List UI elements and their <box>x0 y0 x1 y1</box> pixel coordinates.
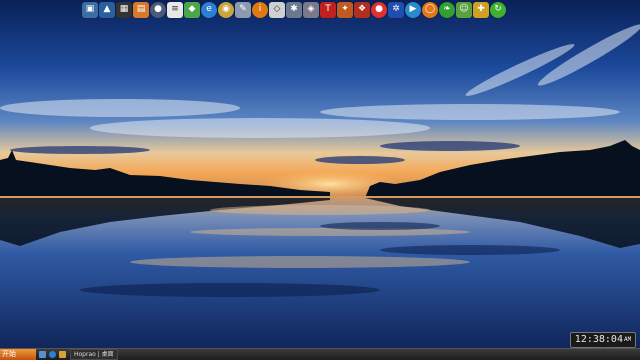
leaf-icon[interactable]: ❧ <box>439 1 455 18</box>
notepad-icon[interactable]: ≡ <box>167 1 183 18</box>
basketball-icon[interactable]: ◯ <box>422 1 438 18</box>
bluetooth-icon[interactable]: ✲ <box>388 1 404 18</box>
photo-viewer-icon[interactable]: ▲ <box>99 1 115 18</box>
disc-icon[interactable]: ◉ <box>218 1 234 18</box>
media-player-icon[interactable]: ▦ <box>116 1 132 18</box>
layers-icon[interactable]: ◈ <box>303 1 319 18</box>
tool-icon[interactable]: ✎ <box>235 1 251 18</box>
quicklaunch-desktop-icon[interactable] <box>39 351 46 358</box>
taskbar-window-item[interactable]: Hoprao | 桌面 <box>70 349 118 360</box>
top-dock: ▣ ▲ ▦ ▤ ● ≡ ◆ e ◉ ✎ i ◇ ✱ ◈ T ✦ ❖ ● ✲ ▶ ◯ ❧ ☺ ✚ ↻ <box>82 0 506 19</box>
fox-icon[interactable]: ❖ <box>354 1 370 18</box>
play-icon[interactable]: ▶ <box>405 1 421 18</box>
game-icon[interactable]: ✚ <box>473 1 489 18</box>
desktop-wallpaper <box>0 0 640 360</box>
network-icon[interactable]: ▣ <box>82 1 98 18</box>
info-icon[interactable]: i <box>252 1 268 18</box>
compass-icon[interactable]: ✦ <box>337 1 353 18</box>
taskbar: 开始 Hoprao | 桌面 <box>0 348 640 360</box>
clock-time: 12:38:04 <box>574 334 623 345</box>
refresh-icon[interactable]: ↻ <box>490 1 506 18</box>
settings-icon[interactable]: ✱ <box>286 1 302 18</box>
quicklaunch-folder-icon[interactable] <box>59 351 66 358</box>
record-icon[interactable]: ● <box>371 1 387 18</box>
quicklaunch-browser-icon[interactable] <box>49 351 56 358</box>
green-shield-icon[interactable]: ◆ <box>184 1 200 18</box>
control-panel-icon[interactable]: ● <box>150 1 166 18</box>
clock-ampm: AM <box>623 336 632 343</box>
text-tool-icon[interactable]: T <box>320 1 336 18</box>
start-button[interactable]: 开始 <box>0 349 36 360</box>
clipboard-icon[interactable]: ◇ <box>269 1 285 18</box>
file-manager-icon[interactable]: ▤ <box>133 1 149 18</box>
clock-widget: 12:38:04AM <box>570 332 636 348</box>
browser-icon[interactable]: e <box>201 1 217 18</box>
users-icon[interactable]: ☺ <box>456 1 472 18</box>
